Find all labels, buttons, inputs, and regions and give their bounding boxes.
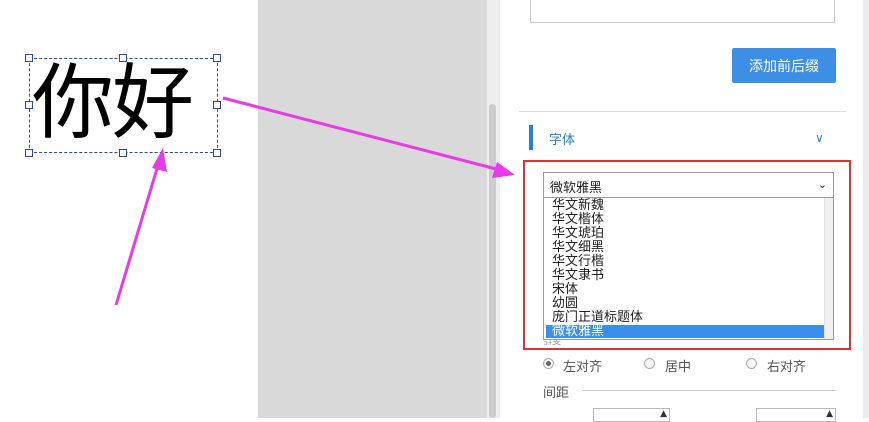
- annotation-arrow-to-select: [222, 96, 501, 172]
- annotation-arrow-up: [114, 161, 161, 306]
- annotation-arrows: [114, 96, 515, 306]
- annotation-arrowhead-select: [492, 162, 515, 178]
- annotation-arrowhead-up: [152, 148, 167, 172]
